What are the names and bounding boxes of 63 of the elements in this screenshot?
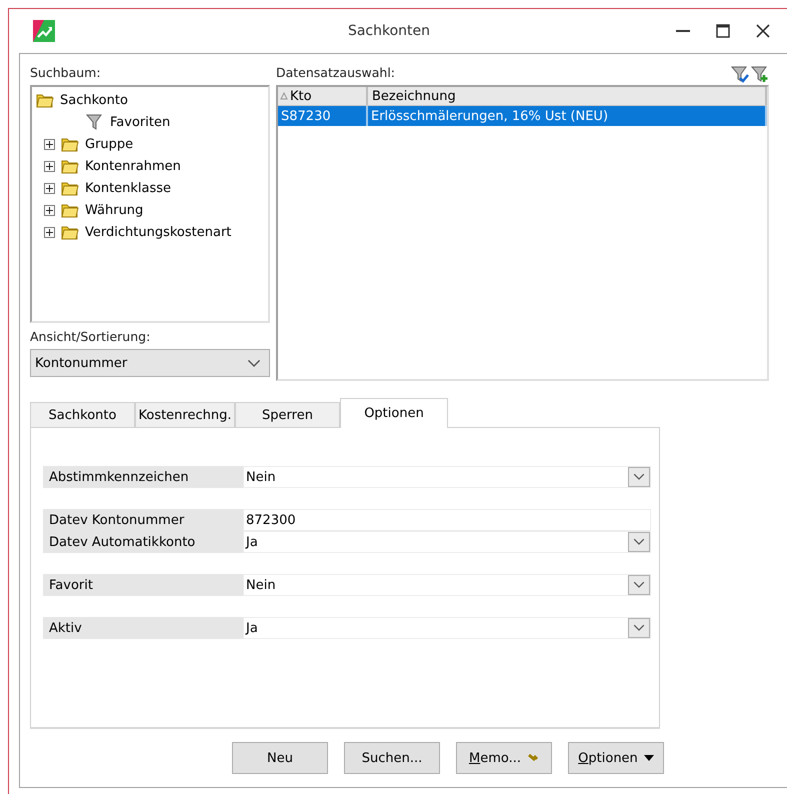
view-sort-dropdown[interactable]: Kontonummer [30,349,270,377]
tab[interactable]: Sachkonto [30,402,135,428]
chevron-down-icon [247,358,261,368]
chevron-down-icon [633,581,645,589]
button[interactable]: Suchen... [344,742,440,774]
tree-item[interactable]: Kontenklasse [85,180,172,196]
dropdown-button[interactable] [628,618,650,638]
dropdown-field[interactable]: Nein [243,574,651,596]
chevron-down-icon [633,624,645,632]
folder-icon [61,180,79,196]
button[interactable]: Memo... [456,742,552,774]
dropdown-arrow-icon [644,755,654,761]
tree-item[interactable]: Favoriten [110,114,170,130]
folder-icon [61,224,79,240]
tree-item[interactable]: Sachkonto [60,92,128,108]
sort-icon [280,92,288,100]
expand-button[interactable] [44,204,55,216]
folder-icon [61,136,79,152]
folder-icon [61,158,79,174]
chevron-down-icon [633,538,645,546]
field-label: Datev Kontonummer [43,509,243,531]
tree-label: Suchbaum: [30,65,102,80]
field-label: Abstimmkennzeichen [43,466,243,488]
dropdown-field[interactable]: Nein [243,466,651,488]
field-label: Datev Automatikkonto [43,531,243,553]
field-label: Aktiv [43,617,243,639]
tree-item[interactable]: Gruppe [85,136,134,152]
close-icon [756,24,770,38]
minimize-icon [676,30,690,32]
table-cell: Erlösschmälerungen, 16% Ust (NEU) [371,108,608,124]
tab[interactable]: Optionen [340,398,448,428]
button[interactable]: Neu [232,742,328,774]
tab[interactable]: Sperren [235,402,340,428]
button[interactable]: Optionen [568,742,664,774]
dropdown-button[interactable] [628,467,650,487]
app-logo-icon [33,20,55,42]
dropdown-button[interactable] [628,532,650,552]
dropdown-field[interactable]: Ja [243,531,651,553]
text-field[interactable]: 872300 [243,509,651,531]
tree-item[interactable]: Verdichtungskostenart [85,224,232,240]
tree-item[interactable]: Währung [85,202,144,218]
record-row[interactable]: S87230 Erlösschmälerungen, 16% Ust (NEU) [278,106,767,126]
tab[interactable]: Kostenrechng. [135,402,235,428]
dropdown-button[interactable] [628,575,650,595]
folder-icon [36,92,54,108]
maximize-icon [716,24,730,38]
expand-button[interactable] [44,182,55,194]
expand-button[interactable] [44,138,55,150]
window-title: Sachkonten [346,23,432,39]
pin-icon [527,753,539,763]
folder-icon [61,202,79,218]
expand-button[interactable] [44,160,55,172]
table-cell: S87230 [281,108,331,124]
record-selection-label: Datensatzauswahl: [276,65,396,80]
tree-item[interactable]: Kontenrahmen [85,158,181,174]
filter-add-icon[interactable] [751,64,769,82]
filter-icon [86,113,104,131]
dropdown-field[interactable]: Ja [243,617,651,639]
filter-check-icon[interactable] [731,64,749,82]
field-label: Favorit [43,574,243,596]
chevron-down-icon [633,473,645,481]
expand-button[interactable] [44,226,55,238]
view-sort-label: Ansicht/Sortierung: [30,329,152,344]
